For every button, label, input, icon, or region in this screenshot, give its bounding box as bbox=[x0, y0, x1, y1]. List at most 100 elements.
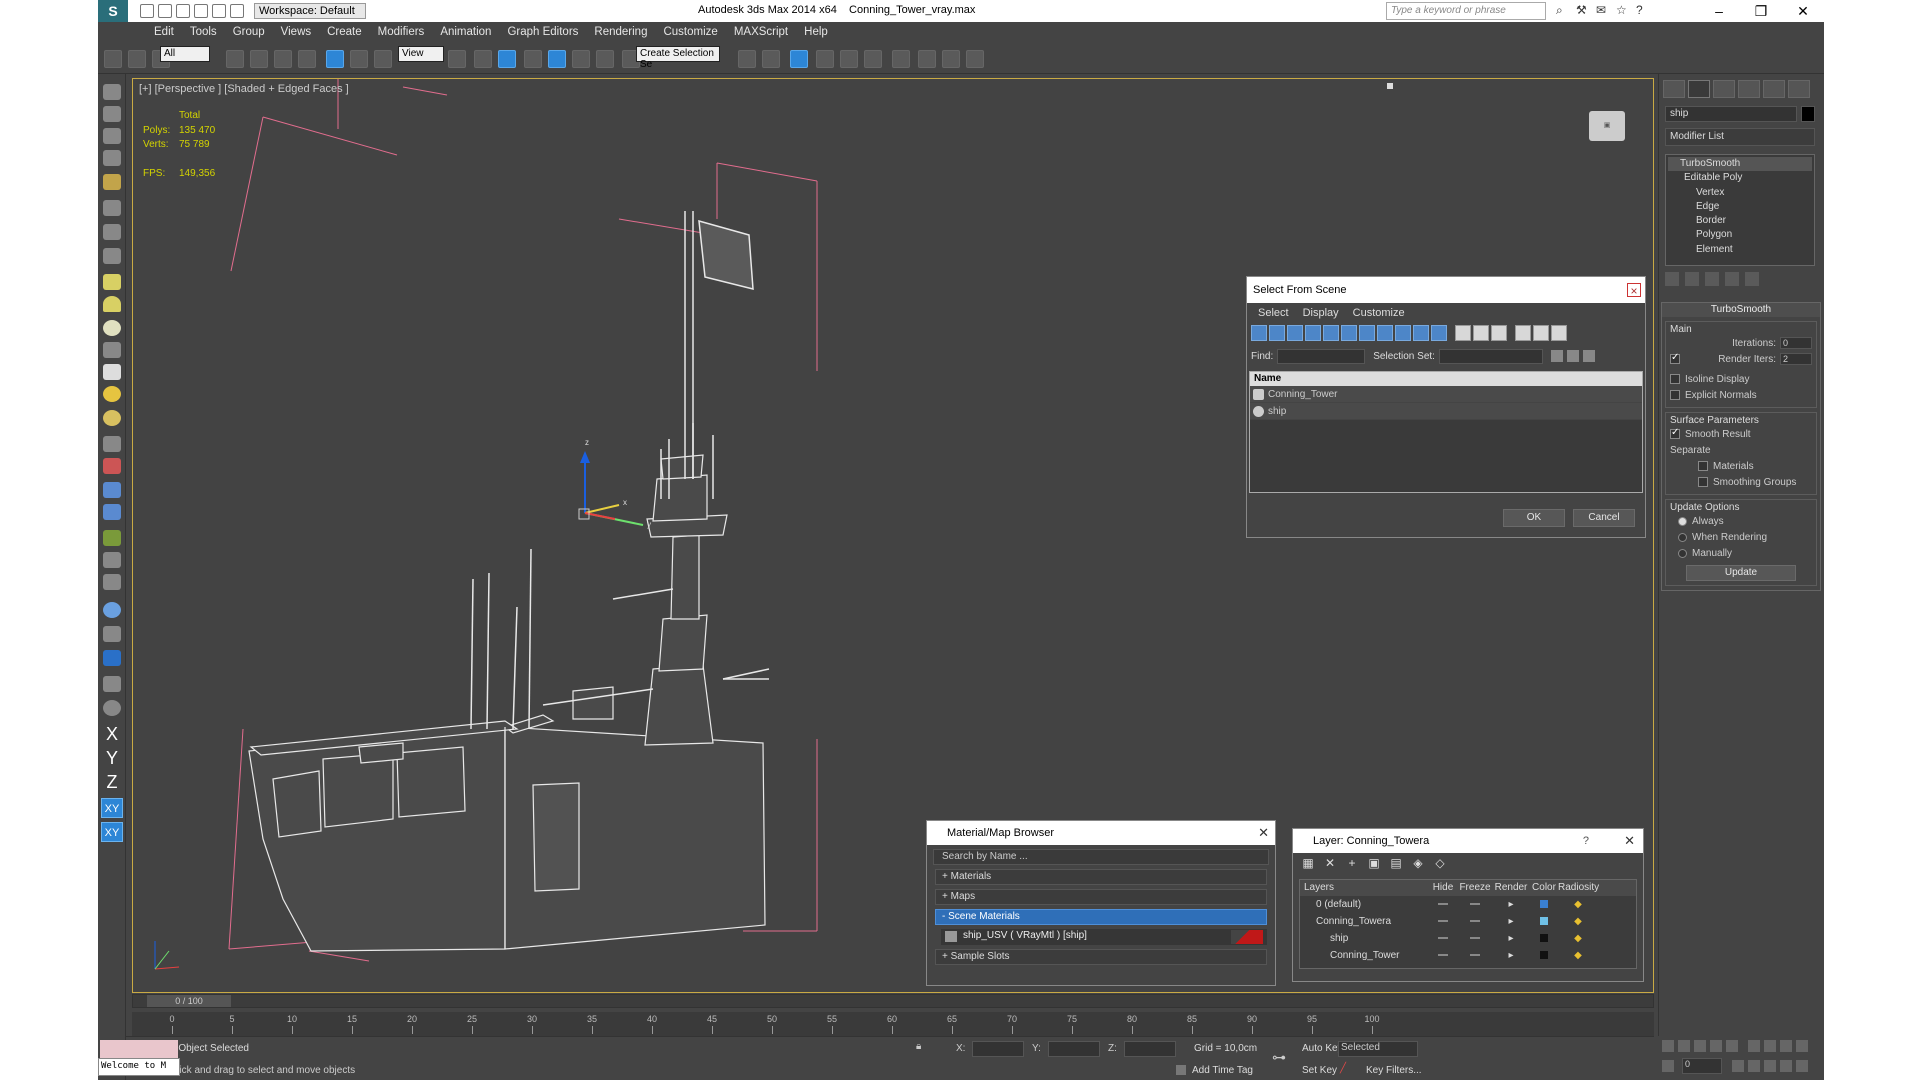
constrain-x-icon[interactable]: X bbox=[102, 724, 122, 745]
stack-item-border[interactable]: Border bbox=[1668, 214, 1812, 228]
close-icon[interactable]: × bbox=[1627, 283, 1641, 298]
create-layer-icon[interactable]: ▦ bbox=[1301, 856, 1315, 870]
filter-bones-icon[interactable] bbox=[1395, 325, 1411, 341]
close-icon[interactable]: ✕ bbox=[1624, 829, 1635, 853]
create-selection-set-icon[interactable] bbox=[1550, 350, 1563, 362]
orbit-icon[interactable] bbox=[1780, 1060, 1792, 1072]
zoom-all-icon[interactable] bbox=[1764, 1040, 1776, 1052]
menu-edit[interactable]: Edit bbox=[146, 26, 182, 38]
sun-icon[interactable] bbox=[103, 386, 121, 402]
camera-icon[interactable] bbox=[103, 224, 121, 240]
name-column-header[interactable]: Name bbox=[1250, 372, 1642, 386]
hierarchy-tab-icon[interactable] bbox=[1713, 80, 1735, 98]
window-crossing-icon[interactable] bbox=[298, 50, 316, 68]
hide-column-header[interactable]: Hide bbox=[1428, 880, 1458, 896]
render-iters-checkbox[interactable] bbox=[1670, 352, 1680, 364]
light-icon[interactable] bbox=[103, 174, 121, 190]
auto-key-button[interactable]: Auto Key bbox=[1302, 1043, 1343, 1054]
constrain-xy-plane-icon[interactable]: XY bbox=[101, 822, 123, 842]
torus-icon[interactable] bbox=[103, 342, 121, 358]
layer-manager-icon[interactable] bbox=[790, 50, 808, 68]
layer-help-button[interactable]: ? bbox=[1583, 829, 1589, 853]
filter-lights-icon[interactable] bbox=[1287, 325, 1303, 341]
pin-stack-icon[interactable] bbox=[1665, 272, 1679, 286]
ok-button[interactable]: OK bbox=[1503, 509, 1565, 527]
named-selection-sets-input[interactable]: Create Selection Se bbox=[636, 46, 720, 70]
close-icon[interactable]: ✕ bbox=[1258, 821, 1269, 845]
create-geometry-icon[interactable] bbox=[103, 84, 121, 100]
rendered-frame-window-icon[interactable] bbox=[942, 50, 960, 68]
workspace-dropdown[interactable]: Workspace: Default bbox=[254, 3, 366, 19]
particle-icon[interactable] bbox=[103, 248, 121, 264]
render-toggle-icon[interactable]: ▸ bbox=[1492, 930, 1530, 947]
shade-icon[interactable] bbox=[103, 602, 121, 618]
create-tab-icon[interactable] bbox=[1663, 80, 1685, 98]
grid-icon[interactable] bbox=[103, 436, 121, 452]
select-by-name-icon[interactable] bbox=[250, 50, 268, 68]
play-icon[interactable] bbox=[1694, 1040, 1706, 1052]
reference-coordinate-dropdown[interactable]: View bbox=[398, 46, 444, 62]
zoom-icon[interactable] bbox=[1748, 1040, 1760, 1052]
menu-graph-editors[interactable]: Graph Editors bbox=[499, 26, 586, 38]
select-object-icon[interactable] bbox=[226, 50, 244, 68]
edit-selection-set-icon[interactable] bbox=[1582, 350, 1595, 362]
rectangular-selection-icon[interactable] bbox=[274, 50, 292, 68]
time-slider[interactable]: 0 / 100 bbox=[132, 994, 1654, 1008]
freeze-column-header[interactable]: Freeze bbox=[1458, 880, 1492, 896]
transform-gizmo[interactable]: x y z bbox=[578, 438, 651, 529]
list-item[interactable]: ship bbox=[1250, 403, 1642, 420]
angle-snap-icon[interactable] bbox=[548, 50, 566, 68]
time-config-icon[interactable] bbox=[1732, 1060, 1744, 1072]
viewport-label-menu[interactable]: [+] [Perspective ] [Shaded + Edged Faces… bbox=[139, 83, 349, 95]
highlight-selected-icon[interactable]: ▤ bbox=[1389, 856, 1403, 870]
filter-frozen-icon[interactable] bbox=[1431, 325, 1447, 341]
list-item[interactable]: Conning_Tower bbox=[1250, 386, 1642, 403]
turbosmooth-rollout-header[interactable]: TurboSmooth bbox=[1662, 303, 1820, 317]
sfs-menu-select[interactable]: Select bbox=[1251, 307, 1296, 319]
explicit-normals-checkbox[interactable] bbox=[1670, 390, 1680, 400]
add-time-tag[interactable]: Add Time Tag bbox=[1192, 1065, 1253, 1076]
layer-color-swatch[interactable] bbox=[1540, 917, 1548, 926]
listener-input[interactable]: Welcome to M bbox=[98, 1058, 180, 1076]
radiosity-column-header[interactable]: Radiosity bbox=[1558, 880, 1599, 896]
minimize-button[interactable]: – bbox=[1698, 0, 1740, 22]
stack-item-turbosmooth[interactable]: TurboSmooth bbox=[1668, 157, 1812, 172]
hide-toggle[interactable] bbox=[1438, 954, 1448, 957]
menu-create[interactable]: Create bbox=[319, 26, 370, 38]
remove-selection-set-icon[interactable] bbox=[1566, 350, 1579, 362]
sample-slots-group[interactable]: + Sample Slots bbox=[935, 949, 1267, 965]
y-coord-field[interactable] bbox=[1048, 1041, 1100, 1057]
goto-end-icon[interactable] bbox=[1726, 1040, 1738, 1052]
scene-materials-group[interactable]: - Scene Materials bbox=[935, 909, 1267, 925]
menu-animation[interactable]: Animation bbox=[432, 26, 499, 38]
constrain-xy-icon[interactable]: XY bbox=[101, 798, 123, 818]
filter-containers-icon[interactable] bbox=[1413, 325, 1429, 341]
world-icon[interactable] bbox=[103, 504, 121, 520]
filter-cameras-icon[interactable] bbox=[1305, 325, 1321, 341]
mirror-icon[interactable] bbox=[738, 50, 756, 68]
viewcube[interactable]: ▣ bbox=[1589, 111, 1625, 141]
hide-toggle[interactable] bbox=[1438, 903, 1448, 906]
snaps-toggle-icon[interactable] bbox=[524, 50, 542, 68]
freeze-toggle[interactable] bbox=[1470, 903, 1480, 906]
selection-filter-dropdown[interactable]: All bbox=[160, 46, 210, 62]
radiosity-icon[interactable]: ◆ bbox=[1558, 913, 1598, 930]
menu-modifiers[interactable]: Modifiers bbox=[370, 26, 433, 38]
select-manipulate-icon[interactable] bbox=[474, 50, 492, 68]
light-helper-icon[interactable] bbox=[1387, 83, 1393, 89]
materials-checkbox[interactable] bbox=[1698, 461, 1708, 471]
listener-output[interactable] bbox=[100, 1040, 178, 1058]
pivot-center-icon[interactable] bbox=[448, 50, 466, 68]
layers-column-header[interactable]: Layers bbox=[1300, 880, 1428, 896]
remove-modifier-icon[interactable] bbox=[1725, 272, 1739, 286]
plant-icon[interactable] bbox=[103, 530, 121, 546]
utilities-tab-icon[interactable] bbox=[1788, 80, 1810, 98]
sort-filter-icon[interactable] bbox=[1515, 325, 1531, 341]
table-row[interactable]: Conning_Tower ▸ ◆ bbox=[1300, 947, 1636, 964]
freeze-toggle[interactable] bbox=[1470, 920, 1480, 923]
track-bar[interactable]: 0 5 10 15 20 25 30 35 40 45 50 55 60 65 70 75 80 85 90 95 10… bbox=[132, 1012, 1654, 1036]
binoculars-icon[interactable]: ⌕ bbox=[1556, 3, 1568, 17]
table-row[interactable]: ship ▸ ◆ bbox=[1300, 930, 1636, 947]
stack-item-polygon[interactable]: Polygon bbox=[1668, 228, 1812, 242]
app-logo-icon[interactable]: S bbox=[98, 0, 128, 22]
